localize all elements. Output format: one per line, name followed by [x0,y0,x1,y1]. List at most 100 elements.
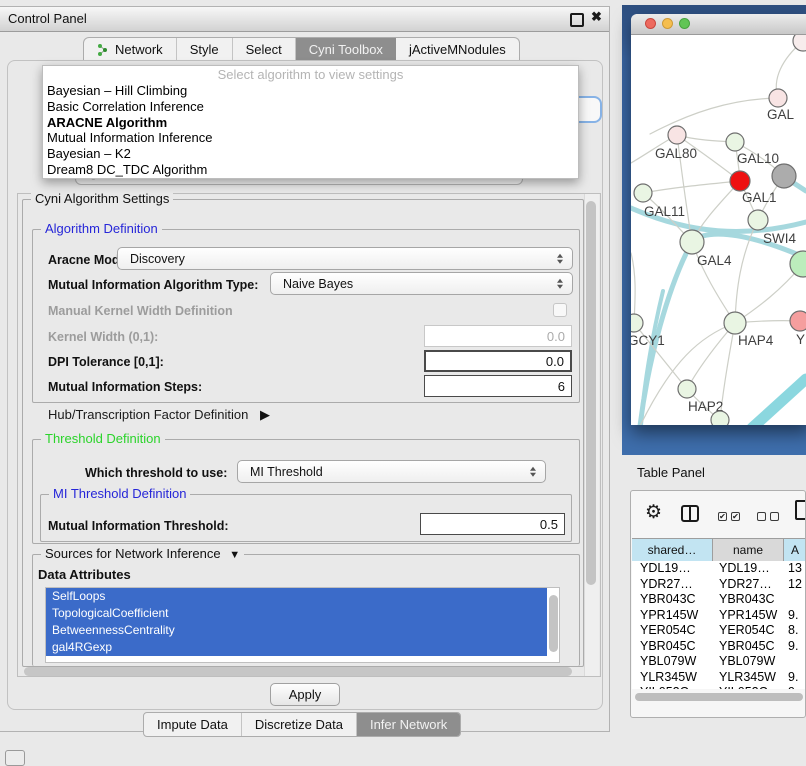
network-node[interactable] [711,411,729,425]
dropdown-item-selected[interactable]: ARACNE Algorithm [43,115,578,131]
network-node-gal11[interactable] [634,184,652,202]
dropdown-item[interactable]: Basic Correlation Inference [43,99,578,115]
tab-infer-network[interactable]: Infer Network [357,713,460,736]
tab-network[interactable]: Network [84,38,177,61]
group-title: Cyni Algorithm Settings [31,191,173,206]
tab-label: Select [246,42,282,57]
kernel-width-label: Kernel Width (0,1): [48,330,158,344]
apply-button[interactable]: Apply [270,683,340,706]
checkbox-checked-icon[interactable]: ✔ [718,512,727,521]
tab-jactivemnodules[interactable]: jActiveMNodules [396,38,519,61]
list-scrollbar-thumb[interactable] [549,595,558,652]
network-node-gal[interactable] [769,89,787,107]
table-row[interactable]: YER054CYER054C8. [632,623,806,639]
network-window-titlebar [631,14,806,35]
checkbox-unchecked-icon[interactable] [770,512,779,521]
checkbox-checked-icon[interactable]: ✔ [731,512,740,521]
network-edge[interactable] [643,181,740,193]
window-title: Control Panel [8,11,87,26]
minimized-panel-icon[interactable] [5,750,25,766]
control-panel-tabbar: Network Style Select Cyni Toolbox jActiv… [83,37,520,61]
list-item[interactable]: SelfLoops [46,588,547,605]
manual-kernel-checkbox[interactable] [553,303,567,317]
table-row[interactable]: YDR27…YDR27…12 [632,577,806,593]
cell: YDR27… [713,577,784,593]
table-row[interactable]: YLR345WYLR345W9. [632,670,806,686]
mi-threshold-field[interactable]: 0.5 [420,513,565,535]
cell: 9 [784,685,806,689]
cell: 9. [784,670,806,686]
mi-type-combo[interactable]: Naive Bayes [270,272,573,295]
settings-hscrollbar-thumb[interactable] [24,667,572,676]
aracne-mode-combo[interactable]: Discovery [117,247,573,270]
network-node-gal80[interactable] [668,126,686,144]
cell: YBR043C [632,592,713,608]
algorithm-combo-fragment[interactable] [576,96,602,123]
tab-label: Network [115,42,163,57]
network-node-y[interactable] [790,311,806,331]
list-item[interactable]: BetweennessCentrality [46,622,547,639]
dpi-tolerance-field[interactable]: 0.0 [424,350,572,372]
which-threshold-combo[interactable]: MI Threshold [237,460,546,483]
dropdown-item[interactable]: Bayesian – Hill Climbing [43,83,578,99]
network-canvas[interactable]: GALGAL80GAL10GAL1GAL11SWI4GAL4GCY1HAP4YH… [631,35,806,425]
network-node[interactable] [772,164,796,188]
dropdown-item[interactable]: Bayesian – K2 [43,146,578,162]
table-row[interactable]: YBR043CYBR043C [632,592,806,608]
network-node-hap4[interactable] [724,312,746,334]
data-attributes-label: Data Attributes [38,567,131,582]
dropdown-item[interactable]: Dream8 DC_TDC Algorithm [43,162,578,178]
network-edge[interactable] [631,253,635,323]
table-row[interactable]: YPR145WYPR145W9. [632,608,806,624]
settings-scrollbar-thumb[interactable] [586,201,596,585]
column-header-name[interactable]: name [713,539,784,561]
tab-discretize-data[interactable]: Discretize Data [242,713,357,736]
checkbox-unchecked-icon[interactable] [757,512,766,521]
network-node-gal10[interactable] [726,133,744,151]
zoom-traffic-light[interactable] [679,18,690,29]
tab-cyni-toolbox[interactable]: Cyni Toolbox [296,38,396,61]
minimize-traffic-light[interactable] [662,18,673,29]
tab-select[interactable]: Select [233,38,296,61]
stepper-arrows-icon [557,278,563,289]
network-edge[interactable] [687,323,735,389]
columns-icon[interactable] [681,505,699,522]
combo-value: MI Threshold [250,465,323,479]
table-row[interactable]: YIL052CYIL052C9 [632,685,806,689]
algorithm-dropdown-popup: Select algorithm to view settings Bayesi… [42,65,579,179]
column-header-shared-name[interactable]: shared… [632,539,713,561]
float-window-icon[interactable] [570,13,584,27]
network-node-gcy1[interactable] [631,314,643,332]
close-traffic-light[interactable] [645,18,656,29]
node-label: GAL [767,107,795,122]
tab-style[interactable]: Style [177,38,233,61]
tab-label: Impute Data [157,717,228,732]
field-value: 0.5 [540,517,558,532]
table-row[interactable]: YBL079WYBL079W [632,654,806,670]
hub-section-toggle[interactable]: Hub/Transcription Factor Definition ▶ [48,407,270,423]
network-node-gal4[interactable] [680,230,704,254]
mi-steps-field[interactable]: 6 [424,375,572,397]
collapse-arrow-icon[interactable]: ▼ [229,549,240,561]
table-hscrollbar-thumb[interactable] [635,693,803,701]
list-item[interactable]: gal4RGexp [46,639,547,656]
network-edge[interactable] [650,98,778,134]
gear-icon[interactable]: ⚙ [645,501,662,524]
list-item[interactable]: TopologicalCoefficient [46,605,547,622]
kernel-width-field[interactable]: 0.0 [424,325,572,347]
cell: YDR27… [632,577,713,593]
document-icon[interactable] [795,500,806,520]
column-header-partial[interactable]: A [784,539,806,561]
network-node-swi4[interactable] [748,210,768,230]
table-row[interactable]: YBR045CYBR045C9. [632,639,806,655]
network-edge[interactable] [752,379,806,425]
tab-impute-data[interactable]: Impute Data [144,713,242,736]
network-node-hap2[interactable] [678,380,696,398]
close-icon[interactable]: ✖ [591,9,602,25]
cell [784,654,806,670]
network-node-gal1[interactable] [730,171,750,191]
table-row[interactable]: YDL19…YDL19…13 [632,561,806,577]
dropdown-item[interactable]: Mutual Information Inference [43,130,578,146]
mi-threshold-label: Mutual Information Threshold: [48,519,229,533]
mi-steps-label: Mutual Information Steps: [48,380,202,394]
